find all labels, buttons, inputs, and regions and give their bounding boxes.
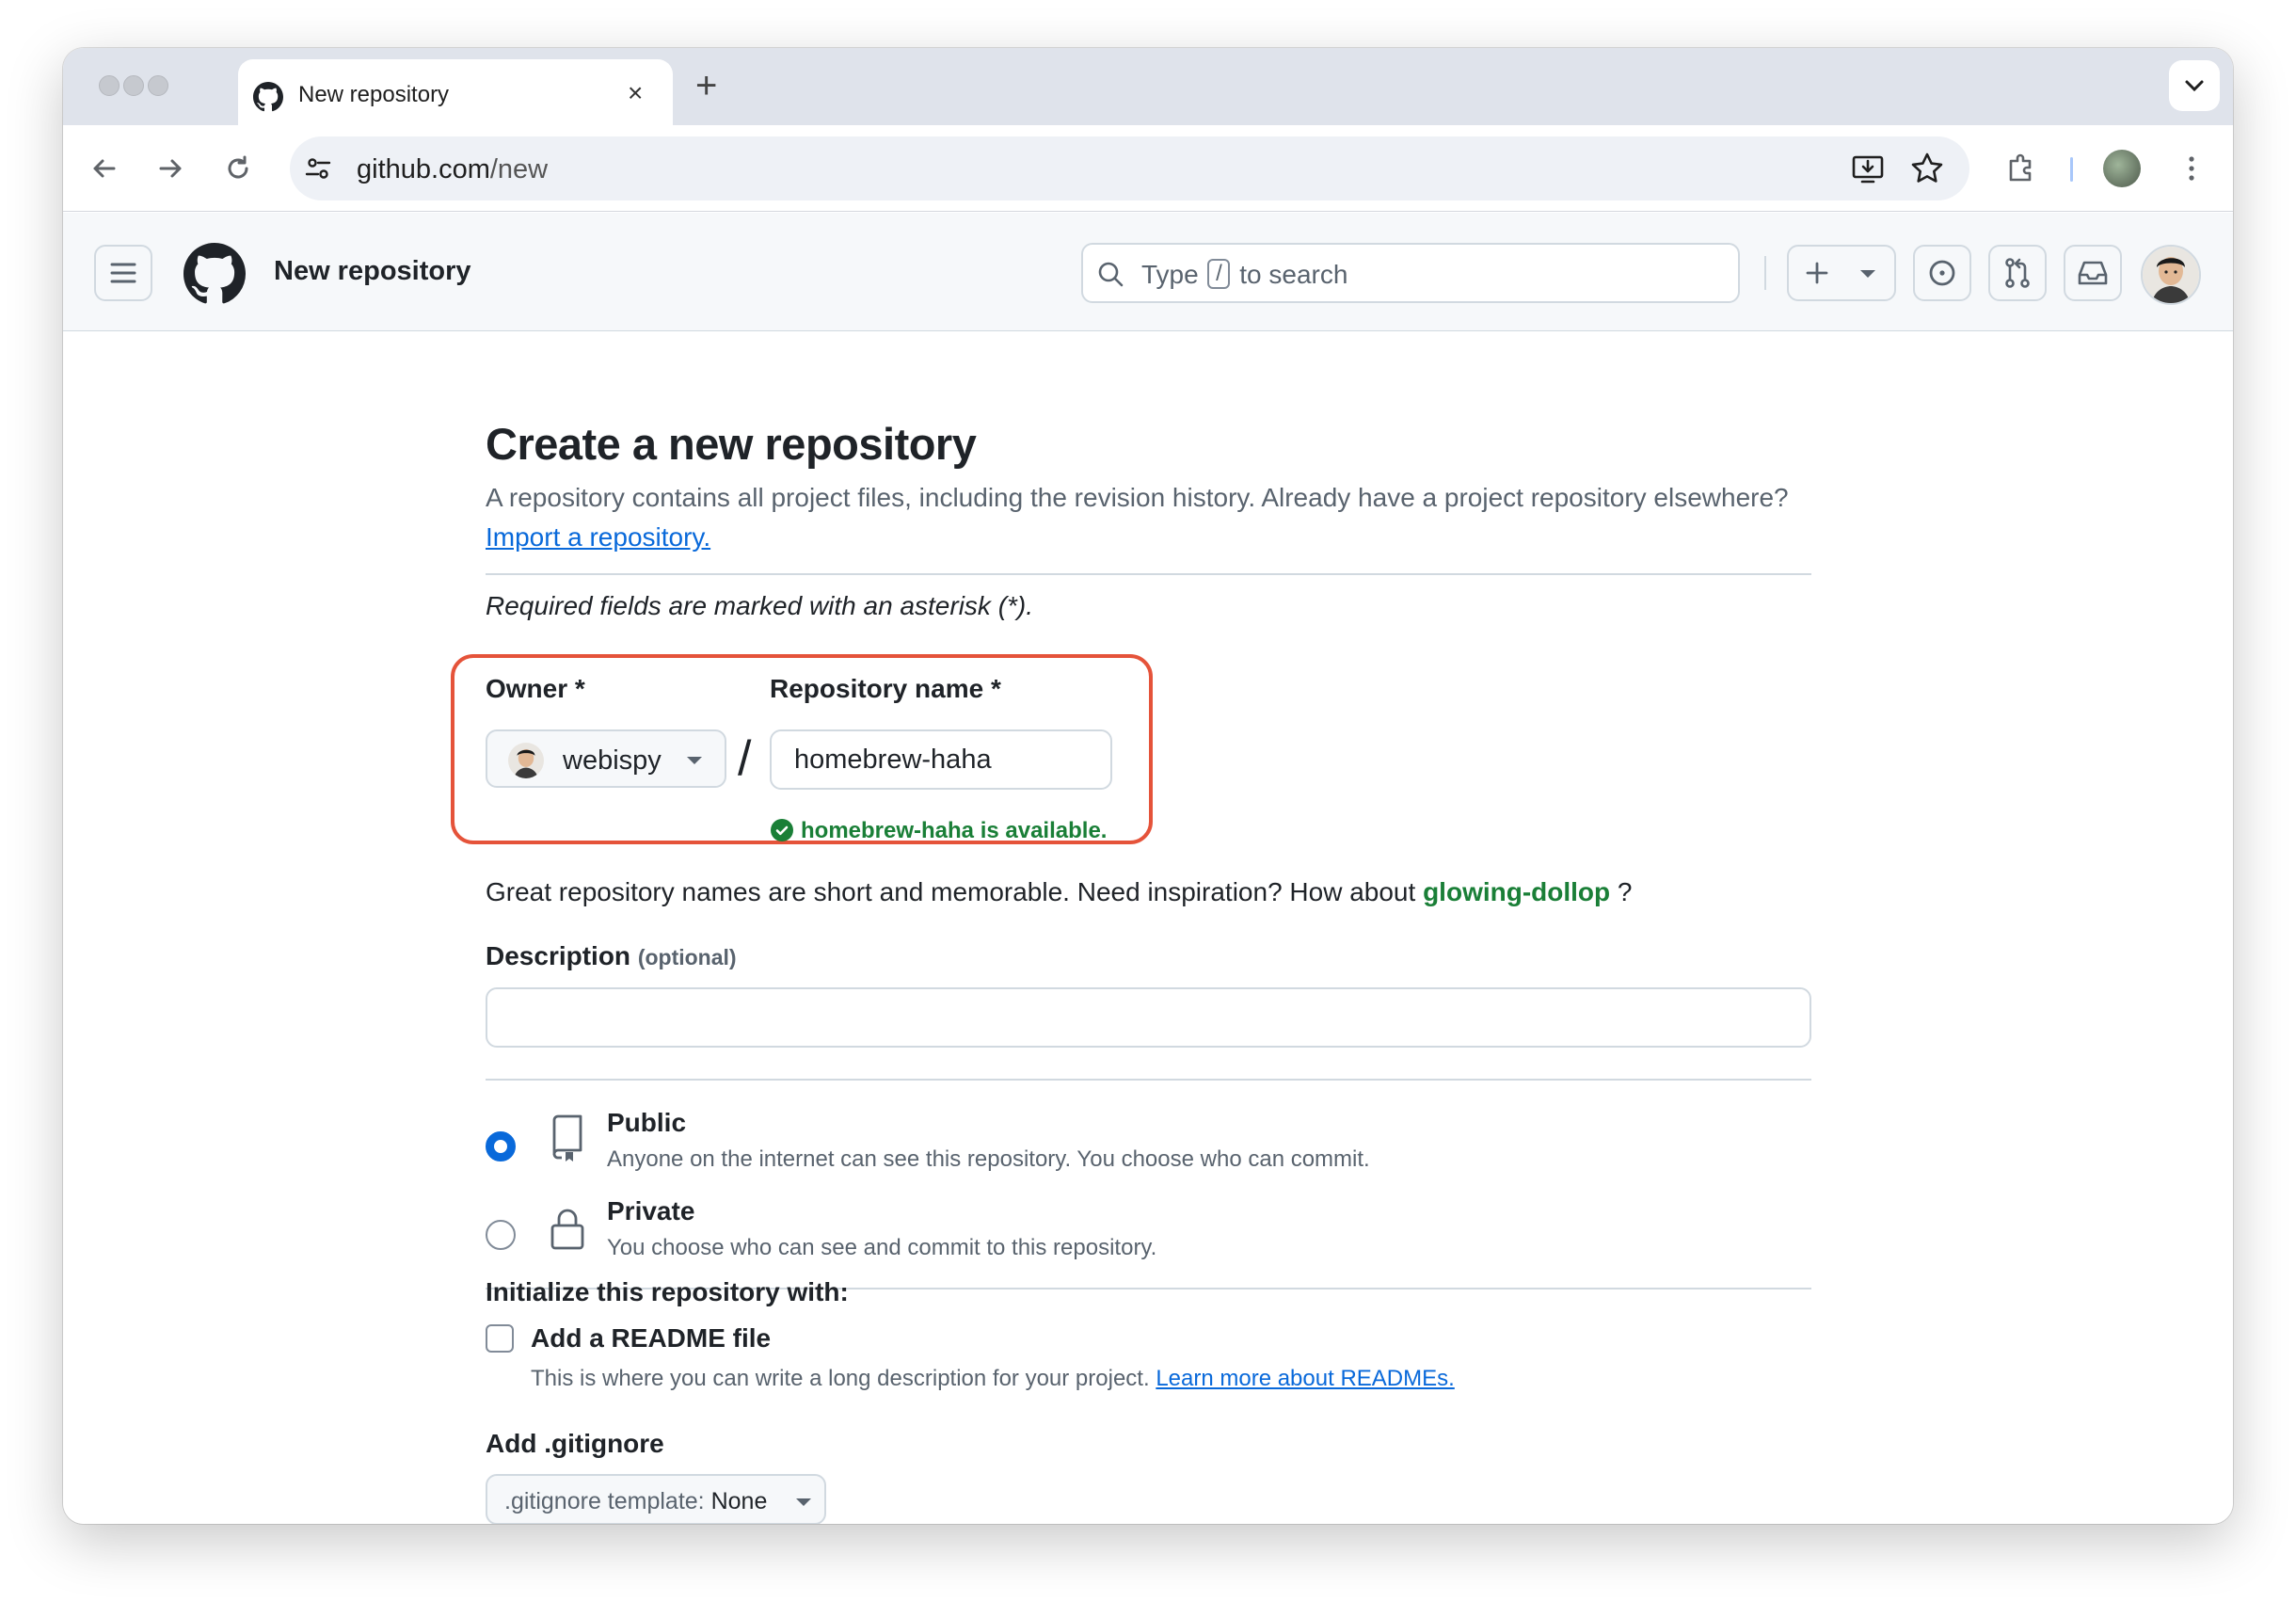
owner-select[interactable]: webispy <box>486 729 726 788</box>
availability-message: homebrew-haha is available. <box>771 818 1107 844</box>
reload-icon[interactable] <box>217 148 259 189</box>
owner-repo-separator: / <box>738 731 752 786</box>
private-radio[interactable] <box>486 1220 516 1250</box>
tab-title: New repository <box>298 82 450 107</box>
browser-toolbar: github.com/new <box>63 125 2233 212</box>
caret-down-icon <box>1860 270 1875 278</box>
tab-search-button[interactable] <box>2169 60 2220 111</box>
import-repository-link[interactable]: Import a repository. <box>486 522 710 552</box>
github-logo-icon[interactable] <box>183 243 246 305</box>
readme-description-text: This is where you can write a long descr… <box>531 1366 1150 1391</box>
back-arrow-icon[interactable] <box>84 148 125 189</box>
install-app-icon[interactable] <box>1849 150 1887 187</box>
inbox-icon <box>2078 261 2108 285</box>
repo-icon <box>552 1114 582 1161</box>
description-input[interactable] <box>486 987 1811 1048</box>
search-input[interactable]: Type / to search <box>1081 243 1740 303</box>
readme-label: Add a README file <box>531 1323 772 1353</box>
initialize-heading: Initialize this repository with: <box>486 1277 849 1306</box>
close-tab-icon[interactable]: × <box>628 78 643 108</box>
search-prefix: Type <box>1141 260 1199 289</box>
url-text: github.com/new <box>357 154 548 185</box>
name-suggestion: Great repository names are short and mem… <box>486 877 1633 907</box>
suggestion-end: ? <box>1617 877 1633 906</box>
learn-more-readmes-link[interactable]: Learn more about READMEs. <box>1156 1366 1454 1391</box>
suggested-name-button[interactable]: glowing-dollop <box>1423 877 1610 906</box>
user-avatar[interactable] <box>2141 245 2201 305</box>
owner-label: Owner * <box>486 674 585 703</box>
new-tab-button[interactable]: + <box>695 65 717 107</box>
browser-window: New repository × + github.com/new New re… <box>63 48 2233 1524</box>
create-new-button[interactable] <box>1787 245 1896 301</box>
extensions-puzzle-icon[interactable] <box>2001 148 2043 189</box>
page-title: Create a new repository <box>486 419 977 469</box>
gitignore-label: Add .gitignore <box>486 1429 664 1458</box>
profile-avatar-icon[interactable] <box>2103 150 2141 187</box>
toolbar-divider <box>2070 157 2073 182</box>
minimize-window-button[interactable] <box>123 75 144 96</box>
github-favicon-icon <box>253 82 283 112</box>
suggestion-text: Great repository names are short and mem… <box>486 877 1416 906</box>
header-divider <box>1764 256 1766 290</box>
git-pull-request-icon <box>2005 258 2030 288</box>
private-description: You choose who can see and commit to thi… <box>607 1235 1157 1260</box>
gitignore-select-text: .gitignore template: None <box>504 1488 767 1515</box>
divider <box>486 573 1811 575</box>
repository-name-input[interactable] <box>770 729 1112 790</box>
owner-avatar <box>508 743 544 778</box>
avatar-image <box>2143 247 2199 303</box>
gitignore-prefix: .gitignore template: <box>504 1488 705 1514</box>
lock-icon <box>550 1209 584 1250</box>
plus-icon <box>1806 262 1828 284</box>
lead-text: A repository contains all project files,… <box>486 483 1789 512</box>
more-vertical-icon[interactable] <box>2171 148 2212 189</box>
divider <box>486 1079 1811 1081</box>
readme-checkbox[interactable] <box>486 1324 514 1353</box>
search-shortcut-key: / <box>1207 258 1231 289</box>
description-label: Description (optional) <box>486 941 737 971</box>
page-context-title: New repository <box>274 256 471 286</box>
readme-description: This is where you can write a long descr… <box>531 1366 1455 1392</box>
owner-name: webispy <box>563 745 662 776</box>
inbox-button[interactable] <box>2064 245 2122 301</box>
chevron-down-icon <box>2185 80 2204 92</box>
tab-strip: New repository × + <box>63 48 2233 127</box>
caret-down-icon <box>687 757 702 764</box>
address-bar[interactable]: github.com/new <box>290 136 1969 200</box>
page-lead: A repository contains all project files,… <box>486 478 1822 557</box>
issues-button[interactable] <box>1913 245 1971 301</box>
required-fields-note: Required fields are marked with an aster… <box>486 591 1034 620</box>
public-title: Public <box>607 1108 687 1137</box>
search-icon <box>1098 262 1124 287</box>
pull-requests-button[interactable] <box>1988 245 2047 301</box>
gitignore-value: None <box>710 1488 768 1514</box>
caret-down-icon <box>796 1498 811 1506</box>
public-radio[interactable] <box>486 1131 516 1161</box>
repository-name-label: Repository name * <box>770 674 1001 703</box>
main-content: Create a new repository A repository con… <box>63 331 2233 1524</box>
forward-arrow-icon[interactable] <box>150 148 191 189</box>
bookmark-star-icon[interactable] <box>1908 150 1946 187</box>
url-path: /new <box>489 154 549 184</box>
issue-opened-icon <box>1929 260 1955 286</box>
check-circle-icon <box>771 818 793 841</box>
github-header: New repository Type / to search <box>63 213 2233 331</box>
hamburger-icon <box>110 263 136 283</box>
gitignore-template-select[interactable]: .gitignore template: None <box>486 1474 826 1524</box>
search-suffix: to search <box>1239 260 1348 289</box>
description-optional: (optional) <box>637 945 737 969</box>
availability-text: homebrew-haha is available. <box>801 818 1108 843</box>
browser-tab[interactable]: New repository × <box>238 59 673 127</box>
menu-button[interactable] <box>94 245 152 301</box>
url-host: github.com <box>357 154 490 184</box>
private-title: Private <box>607 1196 695 1226</box>
maximize-window-button[interactable] <box>148 75 168 96</box>
public-description: Anyone on the internet can see this repo… <box>607 1146 1370 1172</box>
close-window-button[interactable] <box>99 75 120 96</box>
description-label-text: Description <box>486 941 631 970</box>
search-placeholder: Type / to search <box>1141 258 1348 290</box>
site-settings-icon[interactable] <box>305 155 331 182</box>
